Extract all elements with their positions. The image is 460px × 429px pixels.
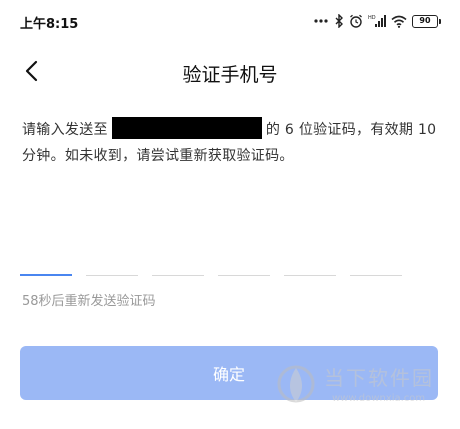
confirm-button[interactable]: 确定 [20,346,438,400]
code-digit-4[interactable] [218,248,270,276]
page-title: 验证手机号 [182,64,278,86]
code-digit-5[interactable] [284,248,336,276]
hd-signal-icon: HD [368,14,386,28]
description-prefix: 请输入发送至 [22,122,108,138]
more-dots-icon [314,18,330,24]
bluetooth-icon [335,14,344,28]
status-time: 上午8:15 [20,17,79,32]
verification-description: 请输入发送至的 6 位验证码，有效期 10 分钟。如未收到，请尝试重新获取验证码… [22,117,442,169]
code-digit-3[interactable] [152,248,204,276]
code-digit-2[interactable] [86,248,138,276]
header: 验证手机号 [0,50,460,92]
wifi-icon [391,15,407,28]
status-bar: 上午8:15 HD 90 [0,0,460,44]
status-icons: HD 90 [314,12,441,30]
code-digit-1[interactable] [20,248,72,276]
resend-countdown: 58秒后重新发送验证码 [22,294,156,309]
verify-phone-screen: 上午8:15 HD 90 验证手机号 请输入发送至 的 6 位验证码，有效期 1… [0,0,460,429]
code-input-row [20,248,440,276]
redacted-phone-number [111,117,262,139]
svg-text:HD: HD [368,15,376,21]
battery-icon: 90 [412,14,441,28]
code-digit-6[interactable] [350,248,402,276]
alarm-icon [349,14,363,28]
